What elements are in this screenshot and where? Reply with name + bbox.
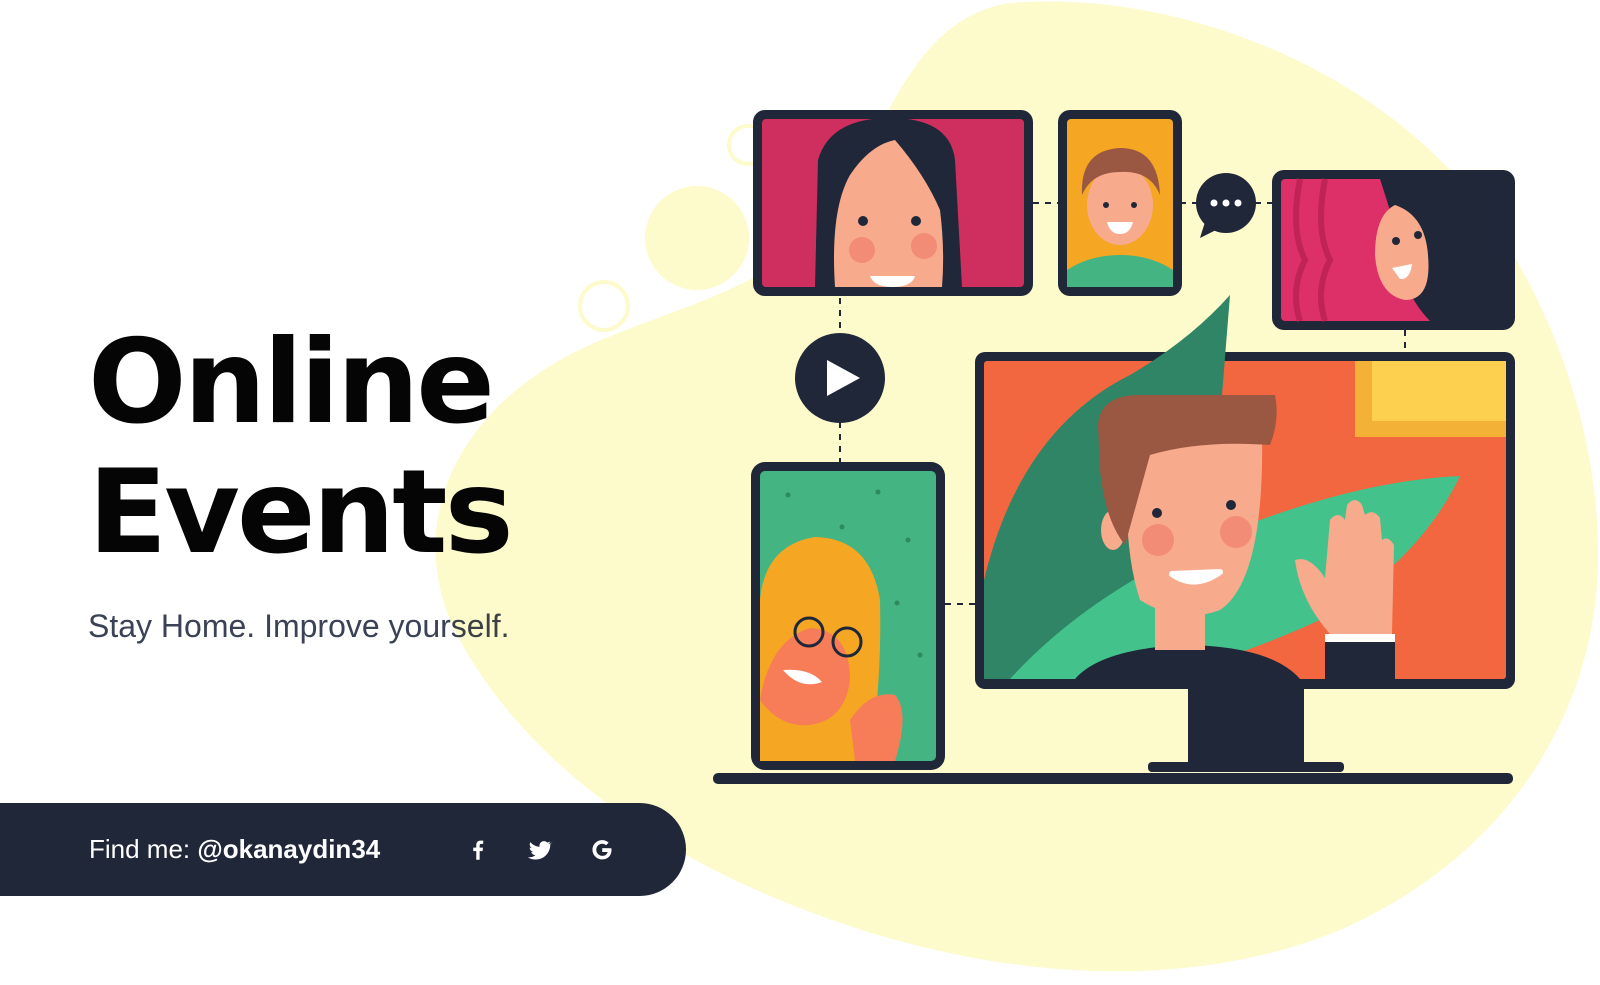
twitter-link[interactable] [524, 834, 556, 866]
google-link[interactable] [586, 834, 618, 866]
page-title: Online Events [88, 315, 514, 580]
play-button-icon [795, 333, 885, 423]
participant-tile-man-small [1058, 110, 1182, 296]
participant-tile-woman-profile [1272, 170, 1515, 330]
title-line-events: Events [88, 445, 514, 580]
desk-line [713, 773, 1513, 784]
chat-bubble-icon [1196, 173, 1256, 238]
facebook-link[interactable] [462, 834, 494, 866]
find-me-text: Find me: @okanaydin34 [89, 834, 380, 865]
social-handle-link[interactable]: @okanaydin34 [197, 834, 380, 864]
hero-section: Online Events [88, 315, 514, 580]
tagline: Stay Home. Improve yourself. [88, 608, 510, 644]
google-icon [592, 839, 612, 859]
title-line-online: Online [88, 315, 495, 450]
social-links [462, 834, 618, 866]
participant-tile-woman-dark-hair [753, 110, 1033, 296]
twitter-icon [527, 840, 554, 860]
participant-monitor-man-waving [975, 295, 1515, 772]
find-me-prefix: Find me: [89, 834, 198, 864]
contact-bar: Find me: @okanaydin34 [0, 803, 686, 896]
facebook-icon [473, 840, 484, 860]
participant-tile-woman-glasses [751, 462, 945, 770]
